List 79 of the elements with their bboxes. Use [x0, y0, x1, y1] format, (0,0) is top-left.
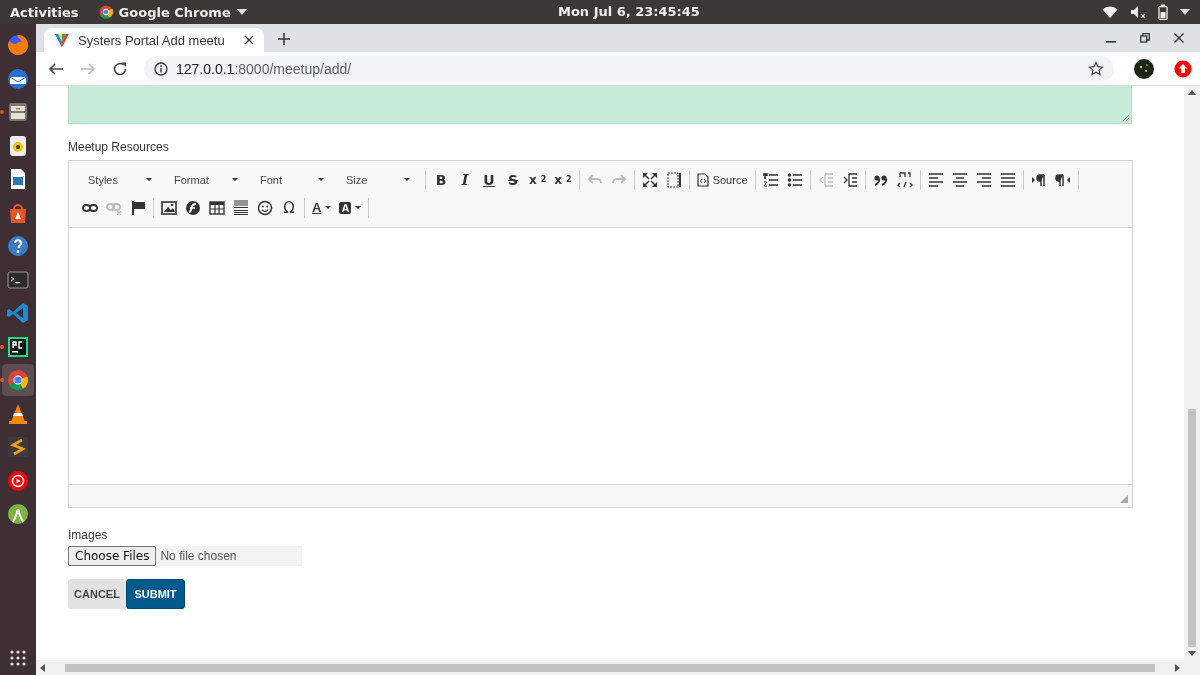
dropdown[interactable]: Size [336, 169, 416, 190]
close-icon[interactable] [244, 35, 254, 45]
logo-icon [54, 32, 70, 48]
browser-tab[interactable]: Systers Portal Add meetu [44, 28, 264, 52]
activities-button[interactable]: Activities [10, 4, 79, 20]
horizontal-line-icon[interactable] [233, 199, 249, 216]
file-status-text: No file chosen [159, 549, 237, 563]
caret-icon [404, 178, 410, 181]
document-icon [696, 172, 709, 187]
indent-icon[interactable] [841, 171, 858, 188]
source-button[interactable]: Source [693, 168, 751, 191]
speaker-muted-icon[interactable] [1130, 5, 1146, 19]
close-icon[interactable] [1174, 33, 1184, 43]
star-icon[interactable] [1088, 60, 1104, 77]
back-icon[interactable] [48, 60, 64, 77]
special-character-button[interactable]: Ω [278, 196, 300, 219]
text-color-button[interactable]: A [309, 196, 335, 219]
flash-icon[interactable] [185, 199, 201, 216]
image-icon[interactable] [161, 199, 177, 216]
caret-icon [146, 178, 152, 181]
caret-icon [355, 206, 362, 209]
app-grid-icon[interactable] [9, 649, 27, 667]
dropdown[interactable]: Styles [78, 169, 158, 190]
vertical-scrollbar[interactable] [1184, 86, 1200, 660]
resize-grip-icon[interactable] [1120, 495, 1128, 503]
scrollbar-thumb[interactable] [65, 663, 1155, 672]
caret-icon [236, 9, 247, 15]
chrome-icon [98, 5, 113, 19]
dropdown[interactable]: Font [250, 169, 330, 190]
caret-icon [325, 206, 332, 209]
reload-icon[interactable] [112, 60, 128, 77]
table-icon[interactable] [209, 199, 225, 216]
justify-icon[interactable] [999, 171, 1016, 188]
align-left-icon[interactable] [927, 171, 944, 188]
clock[interactable]: Mon Jul 6, 23:45:45 [558, 4, 700, 19]
rtl-icon[interactable] [1054, 171, 1071, 188]
div-container-icon[interactable] [896, 171, 913, 188]
url-path: :8000/meetup/add/ [234, 60, 352, 77]
field-label: Meetup Resources [68, 140, 170, 154]
maximize-icon[interactable] [641, 171, 658, 188]
strikethrough-button[interactable]: S [502, 168, 524, 191]
superscript-button[interactable]: x$^{2}$ [551, 168, 575, 191]
flag-icon[interactable] [130, 199, 146, 216]
resize-grip-icon[interactable] [1122, 114, 1129, 121]
dropdown[interactable]: Format [164, 169, 244, 190]
avatar-icon[interactable] [1134, 58, 1154, 79]
address-bar[interactable]: 127.0.0.1:8000/meetup/add/ [144, 55, 1114, 82]
new-tab-icon[interactable] [278, 33, 290, 45]
scroll-down-icon[interactable] [1188, 651, 1196, 656]
caret-icon [232, 178, 238, 181]
url-host: 127.0.0.1 [176, 60, 235, 77]
wifi-icon[interactable] [1102, 5, 1118, 19]
choose-files-button[interactable]: Choose Files [68, 546, 157, 566]
numbered-list-icon[interactable] [762, 171, 779, 188]
app-menu[interactable]: Google Chrome [98, 4, 247, 20]
scroll-left-icon[interactable] [40, 663, 45, 672]
ltr-icon[interactable] [1030, 171, 1047, 188]
show-blocks-icon[interactable] [665, 171, 682, 188]
info-icon[interactable] [154, 61, 168, 76]
align-right-icon[interactable] [975, 171, 992, 188]
cancel-button[interactable]: CANCEL [68, 579, 126, 609]
scroll-up-icon[interactable] [1188, 90, 1196, 95]
bulleted-list-icon[interactable] [786, 171, 803, 188]
scroll-right-icon[interactable] [1175, 663, 1180, 672]
update-icon[interactable] [1174, 59, 1192, 78]
bold-button[interactable]: B [430, 168, 452, 191]
caret-icon [318, 178, 324, 181]
smiley-icon[interactable] [257, 199, 273, 216]
restore-icon[interactable] [1140, 33, 1150, 43]
battery-icon[interactable] [1158, 4, 1168, 20]
underline-button[interactable]: U [478, 168, 500, 191]
horizontal-scrollbar[interactable] [36, 660, 1200, 675]
field-label: Images [68, 528, 109, 542]
background-color-button[interactable]: A [336, 196, 365, 219]
align-center-icon[interactable] [951, 171, 968, 188]
italic-button[interactable]: I [454, 168, 476, 191]
scrollbar-thumb[interactable] [1188, 409, 1196, 647]
caret-icon[interactable] [1180, 9, 1190, 15]
submit-button[interactable]: SUBMIT [126, 579, 185, 609]
